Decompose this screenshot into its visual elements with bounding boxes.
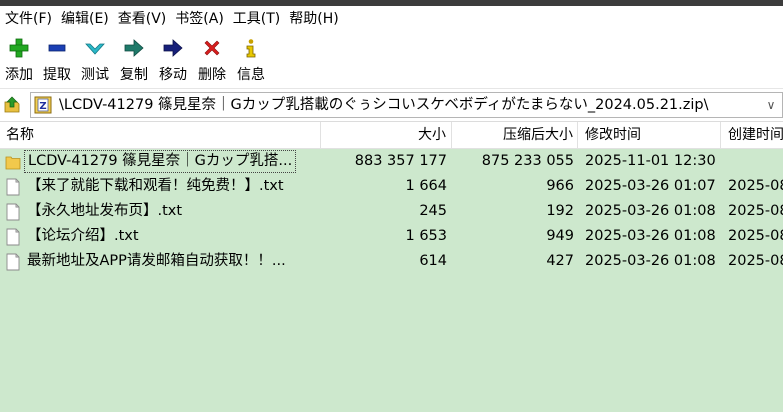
delete-label: 删除	[198, 67, 226, 83]
menu-bar: 文件(F) 编辑(E) 查看(V) 书签(A) 工具(T) 帮助(H)	[0, 6, 783, 32]
test-button[interactable]: 测试	[76, 36, 114, 86]
column-modified[interactable]: 修改时间	[578, 122, 721, 148]
file-list: LCDV-41279 篠見星奈｜Gカップ乳搭... 883 357 177 87…	[0, 149, 783, 412]
address-field[interactable]: Z \LCDV-41279 篠見星奈｜Gカップ乳搭載のぐぅシコいスケベボディがた…	[30, 92, 783, 118]
check-icon	[85, 43, 105, 55]
text-file-icon	[6, 253, 20, 270]
copy-button[interactable]: 复制	[115, 36, 153, 86]
folder-icon	[5, 156, 21, 169]
file-packed-size: 192	[546, 203, 574, 219]
zip-archive-icon: Z	[34, 96, 52, 114]
column-name[interactable]: 名称	[0, 122, 321, 148]
file-name: 最新地址及APP请发邮箱自动获取！！...	[27, 253, 286, 269]
file-size: 1 653	[405, 228, 447, 244]
add-button[interactable]: 添加	[0, 36, 38, 86]
address-bar: Z \LCDV-41279 篠見星奈｜Gカップ乳搭載のぐぅシコいスケベボディがた…	[0, 89, 783, 122]
column-size[interactable]: 大小	[321, 122, 452, 148]
test-label: 测试	[81, 67, 109, 83]
list-item-folder[interactable]: LCDV-41279 篠見星奈｜Gカップ乳搭... 883 357 177 87…	[0, 149, 783, 174]
file-modified: 2025-11-01 12:30	[585, 153, 716, 169]
text-file-icon	[6, 178, 20, 195]
file-size: 883 357 177	[354, 153, 447, 169]
file-packed-size: 875 233 055	[481, 153, 574, 169]
move-button[interactable]: 移动	[154, 36, 192, 86]
address-dropdown-button[interactable]: ∨	[760, 93, 782, 117]
delete-button[interactable]: 删除	[193, 36, 231, 86]
file-packed-size: 949	[546, 228, 574, 244]
text-file-icon	[6, 228, 20, 245]
file-created: 2025-08	[728, 203, 783, 219]
add-label: 添加	[5, 67, 33, 83]
address-path: \LCDV-41279 篠見星奈｜Gカップ乳搭載のぐぅシコいスケベボディがたまら…	[59, 97, 709, 113]
file-name: 【来了就能下载和观看！纯免费！】.txt	[27, 178, 284, 194]
chevron-down-icon: ∨	[766, 98, 776, 112]
text-file-icon	[6, 203, 20, 220]
menu-view[interactable]: 查看(V)	[113, 6, 171, 32]
minus-icon	[48, 44, 66, 52]
column-header: 名称 大小 压缩后大小 修改时间 创建时间	[0, 122, 783, 149]
info-button[interactable]: 信息	[232, 36, 270, 86]
extract-label: 提取	[43, 67, 71, 83]
file-packed-size: 966	[546, 178, 574, 194]
list-item[interactable]: 【永久地址发布页】.txt 245 192 2025-03-26 01:08 2…	[0, 199, 783, 224]
file-created	[728, 149, 783, 174]
move-arrow-icon	[163, 39, 183, 57]
file-created: 2025-08	[728, 178, 783, 194]
plus-icon	[9, 38, 29, 58]
file-name: 【永久地址发布页】.txt	[27, 203, 183, 219]
file-name: 【论坛介绍】.txt	[27, 228, 139, 244]
file-size: 1 664	[405, 178, 447, 194]
file-modified: 2025-03-26 01:08	[585, 203, 716, 219]
move-label: 移动	[159, 67, 187, 83]
menu-edit[interactable]: 编辑(E)	[56, 6, 113, 32]
file-created: 2025-08	[728, 253, 783, 269]
column-created[interactable]: 创建时间	[721, 122, 783, 148]
menu-tools[interactable]: 工具(T)	[228, 6, 284, 32]
info-icon	[246, 39, 256, 58]
file-size: 614	[419, 253, 447, 269]
file-packed-size: 427	[546, 253, 574, 269]
delete-x-icon	[204, 40, 220, 56]
list-item[interactable]: 最新地址及APP请发邮箱自动获取！！... 614 427 2025-03-26…	[0, 249, 783, 274]
file-modified: 2025-03-26 01:07	[585, 178, 716, 194]
file-modified: 2025-03-26 01:08	[585, 228, 716, 244]
menu-bookmarks[interactable]: 书签(A)	[170, 6, 228, 32]
file-size: 245	[419, 203, 447, 219]
list-item[interactable]: 【论坛介绍】.txt 1 653 949 2025-03-26 01:08 20…	[0, 224, 783, 249]
menu-file[interactable]: 文件(F)	[0, 6, 56, 32]
list-item[interactable]: 【来了就能下载和观看！纯免费！】.txt 1 664 966 2025-03-2…	[0, 174, 783, 199]
info-label: 信息	[237, 67, 265, 83]
column-packed-size[interactable]: 压缩后大小	[452, 122, 578, 148]
copy-arrow-icon	[124, 39, 144, 57]
extract-button[interactable]: 提取	[38, 36, 76, 86]
file-created: 2025-08	[728, 228, 783, 244]
file-modified: 2025-03-26 01:08	[585, 253, 716, 269]
toolbar: 添加 提取 测试 复制 移动 删除 信息	[0, 32, 783, 89]
copy-label: 复制	[120, 67, 148, 83]
menu-help[interactable]: 帮助(H)	[284, 6, 342, 32]
file-name: LCDV-41279 篠見星奈｜Gカップ乳搭...	[24, 150, 297, 173]
svg-text:Z: Z	[39, 101, 46, 112]
up-folder-icon[interactable]	[3, 95, 23, 115]
